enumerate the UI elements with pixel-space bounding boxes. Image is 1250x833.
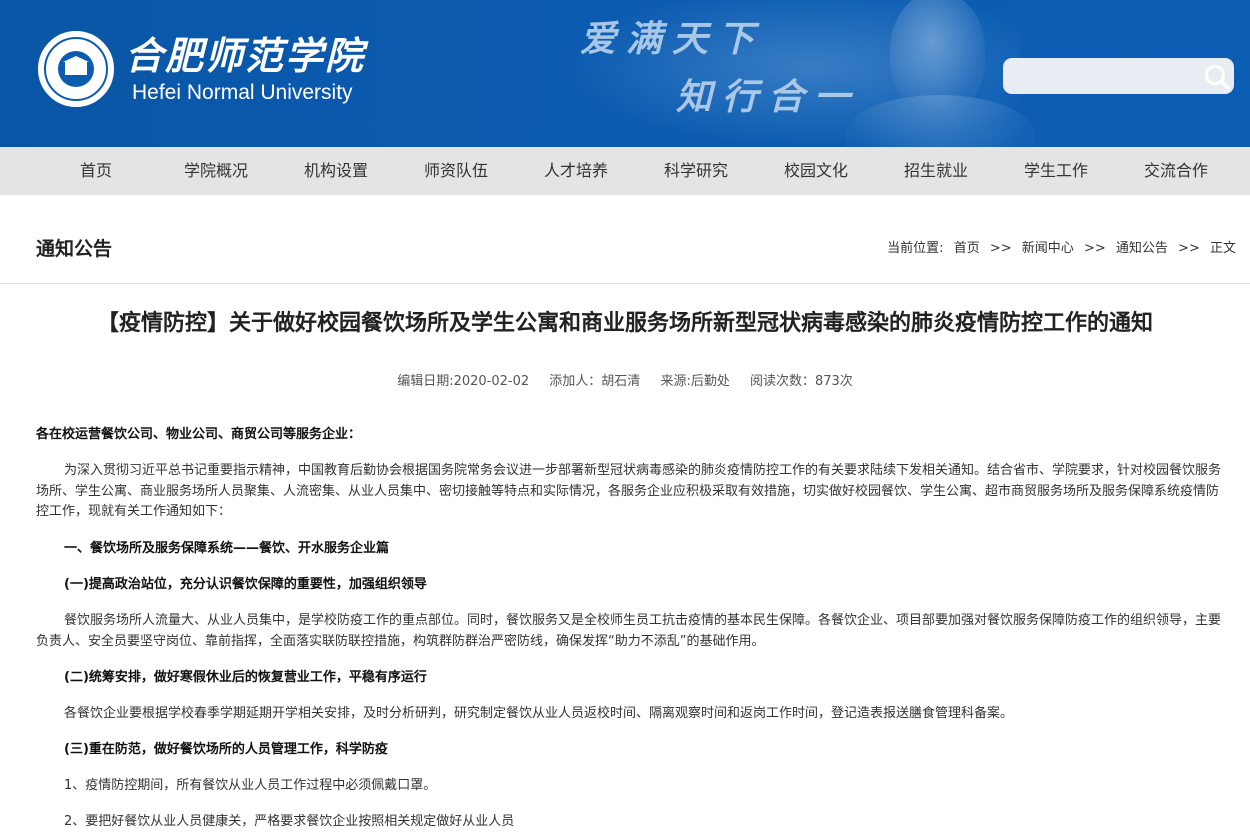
article-subheading-3: (三)重在防范，做好餐饮场所的人员管理工作，科学防疫	[64, 742, 388, 757]
article-source: 来源:后勤处	[660, 374, 730, 389]
nav-item-admissions[interactable]: 招生就业	[876, 147, 996, 195]
article-subheading-2: (二)统筹安排，做好寒假休业后的恢复营业工作，平稳有序运行	[64, 670, 427, 685]
slogan-line-2: 知行合一	[676, 76, 861, 118]
article-date: 编辑日期:2020-02-02	[397, 374, 530, 389]
article-paragraph-3: 1、疫情防控期间，所有餐饮从业人员工作过程中必须佩戴口罩。	[64, 778, 437, 793]
nav-item-faculty[interactable]: 师资队伍	[396, 147, 516, 195]
nav-item-home[interactable]: 首页	[36, 147, 156, 195]
breadcrumb: 当前位置: 首页 >> 新闻中心 >> 通知公告 >> 正文	[887, 240, 1236, 258]
article-subheading-1: (一)提高政治站位，充分认识餐饮保障的重要性，加强组织领导	[64, 577, 427, 592]
slogan-line-1: 爱满天下	[580, 18, 765, 60]
article-title: 【疫情防控】关于做好校园餐饮场所及学生公寓和商业服务场所新型冠状病毒感染的肺炎疫…	[96, 311, 1153, 336]
nav-item-research[interactable]: 科学研究	[636, 147, 756, 195]
breadcrumb-separator: >>	[1083, 241, 1106, 256]
statue-head	[890, 0, 985, 112]
main-navigation: 首页 学院概况 机构设置 师资队伍 人才培养 科学研究 校园文化 招生就业 学生…	[0, 147, 1250, 195]
breadcrumb-notices[interactable]: 通知公告	[1116, 241, 1168, 256]
nav-item-departments[interactable]: 机构设置	[276, 147, 396, 195]
breadcrumb-separator: >>	[989, 241, 1012, 256]
breadcrumb-home[interactable]: 首页	[954, 241, 980, 256]
breadcrumb-current: 正文	[1209, 241, 1236, 256]
search-icon	[1205, 65, 1230, 90]
article-author: 添加人：胡石清	[549, 374, 641, 389]
article-heading-1: 一、餐饮场所及服务保障系统——餐饮、开水服务企业篇	[64, 541, 390, 556]
logo-chinese-name[interactable]: 合肥师范学院	[125, 32, 365, 80]
section-divider	[0, 283, 1250, 284]
nav-item-education[interactable]: 人才培养	[516, 147, 636, 195]
search-button[interactable]	[1200, 60, 1234, 94]
article-paragraph-1: 餐饮服务场所人流量大、从业人员集中，是学校防疫工作的重点部位。同时，餐饮服务又是…	[36, 613, 1222, 649]
nav-item-about[interactable]: 学院概况	[156, 147, 276, 195]
seal-building	[65, 61, 87, 75]
university-seal-logo[interactable]	[38, 31, 114, 107]
breadcrumb-prefix: 当前位置:	[887, 241, 944, 256]
logo-english-name[interactable]: Hefei Normal University	[132, 80, 353, 106]
nav-item-exchange[interactable]: 交流合作	[1116, 147, 1236, 195]
search-input[interactable]	[1012, 62, 1196, 92]
nav-item-students[interactable]: 学生工作	[996, 147, 1116, 195]
article-paragraph-4: 2、要把好餐饮从业人员健康关，严格要求餐饮企业按照相关规定做好从业人员	[64, 814, 515, 829]
nav-item-culture[interactable]: 校园文化	[756, 147, 876, 195]
article-meta: 编辑日期:2020-02-02 添加人：胡石清 来源:后勤处 阅读次数：873次	[0, 373, 1250, 391]
section-title: 通知公告	[36, 238, 113, 260]
article-salutation: 各在校运营餐饮公司、物业公司、商贸公司等服务企业：	[36, 427, 362, 442]
breadcrumb-separator: >>	[1178, 241, 1200, 256]
article-views: 阅读次数：873次	[749, 374, 853, 389]
article-paragraph-2: 各餐饮企业要根据学校春季学期延期开学相关安排，及时分析研判，研究制定餐饮从业人员…	[64, 706, 1014, 721]
article-intro-paragraph: 为深入贯彻习近平总书记重要指示精神，中国教育后勤协会根据国务院常务会议进一步部署…	[36, 463, 1222, 519]
breadcrumb-news-center[interactable]: 新闻中心	[1022, 241, 1074, 256]
site-header: 合肥师范学院 Hefei Normal University 爱满天下 知行合一	[0, 0, 1250, 147]
